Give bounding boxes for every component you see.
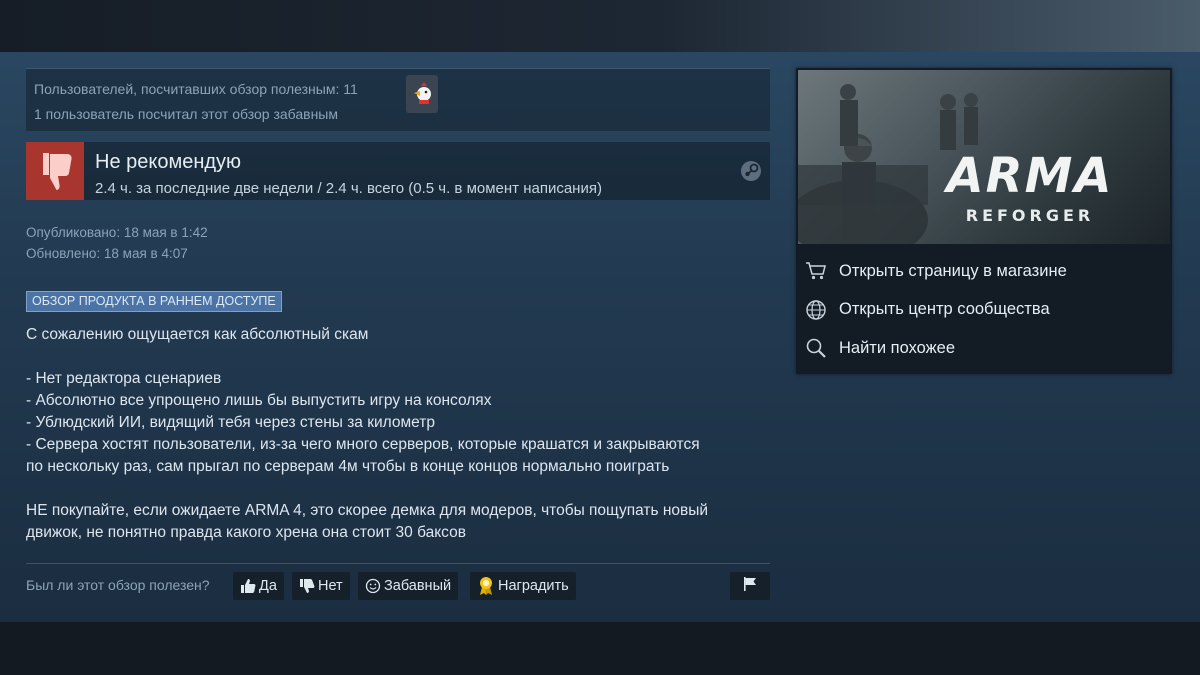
playtime-text: 2.4 ч. за последние две недели / 2.4 ч. … <box>95 180 602 197</box>
report-flag-button[interactable] <box>730 572 770 600</box>
review-line: - Абсолютно все упрощено лишь бы выпусти… <box>26 392 492 409</box>
thumbs-up-icon <box>240 578 256 594</box>
smiley-icon <box>365 578 381 594</box>
review-line: - Сервера хостят пользователи, из-за чег… <box>26 436 700 453</box>
thumbs-down-box <box>26 142 84 200</box>
store-page-label: Открыть страницу в магазине <box>839 261 1067 280</box>
review-header: Не рекомендую 2.4 ч. за последние две не… <box>26 142 770 200</box>
community-hub-link[interactable]: Открыть центр сообщества <box>796 291 1172 330</box>
vote-no-button[interactable]: Нет <box>292 572 350 600</box>
early-access-badge: ОБЗОР ПРОДУКТА В РАННЕМ ДОСТУПЕ <box>26 291 282 312</box>
review-line: по нескольку раз, сам прыгал по серверам… <box>26 458 670 475</box>
top-band <box>0 0 1200 52</box>
globe-icon <box>804 298 828 322</box>
steam-icon <box>740 160 762 187</box>
review-blank-line <box>26 478 770 500</box>
review-blank-line <box>26 346 770 368</box>
game-panel: ARMA REFORGER Открыть страницу в магазин… <box>796 68 1172 374</box>
bottom-band <box>0 622 1200 675</box>
award-chicken-icon[interactable] <box>406 75 438 113</box>
review-line: - Нет редактора сценариев <box>26 370 222 387</box>
vote-funny-button[interactable]: Забавный <box>358 572 459 600</box>
game-logo-subtitle: REFORGER <box>965 206 1095 225</box>
review-votes-summary: Пользователей, посчитавших обзор полезны… <box>26 68 770 131</box>
vote-funny-label: Забавный <box>384 578 452 594</box>
review-verdict: Не рекомендую <box>95 151 242 173</box>
store-page-link[interactable]: Открыть страницу в магазине <box>796 252 1172 291</box>
award-label: Наградить <box>498 578 569 594</box>
helpful-count-text: Пользователей, посчитавших обзор полезны… <box>34 81 358 97</box>
game-capsule-image[interactable]: ARMA REFORGER <box>798 70 1170 244</box>
helpful-question: Был ли этот обзор полезен? <box>26 577 210 593</box>
medal-icon <box>477 576 495 596</box>
game-links: Открыть страницу в магазине Открыть цент… <box>796 252 1172 368</box>
review-line: НЕ покупайте, если ожидаете ARMA 4, это … <box>26 502 709 519</box>
flag-icon <box>742 576 758 597</box>
vote-yes-button[interactable]: Да <box>233 572 284 600</box>
game-logo-title: ARMA <box>946 148 1114 204</box>
review-line: движок, не понятно правда какого хрена о… <box>26 524 466 541</box>
thumbs-down-icon <box>43 153 72 190</box>
award-button[interactable]: Наградить <box>470 572 576 600</box>
cart-icon <box>804 259 828 283</box>
find-similar-label: Найти похожее <box>839 338 956 357</box>
published-date: Опубликовано: 18 мая в 1:42 <box>26 225 208 240</box>
search-icon <box>804 336 828 360</box>
find-similar-link[interactable]: Найти похожее <box>796 329 1172 368</box>
review-line: - Ублюдский ИИ, видящий тебя через стены… <box>26 414 435 431</box>
updated-date: Обновлено: 18 мая в 4:07 <box>26 246 188 261</box>
review-line: С сожалению ощущается как абсолютный ска… <box>26 326 369 343</box>
footer-divider <box>26 563 770 564</box>
thumbs-down-small-icon <box>299 578 315 594</box>
funny-count-text: 1 пользователь посчитал этот обзор забав… <box>34 106 338 122</box>
vote-no-label: Нет <box>318 578 343 594</box>
vote-yes-label: Да <box>259 578 277 594</box>
community-hub-label: Открыть центр сообщества <box>839 300 1050 319</box>
review-body: С сожалению ощущается как абсолютный ска… <box>26 324 770 544</box>
